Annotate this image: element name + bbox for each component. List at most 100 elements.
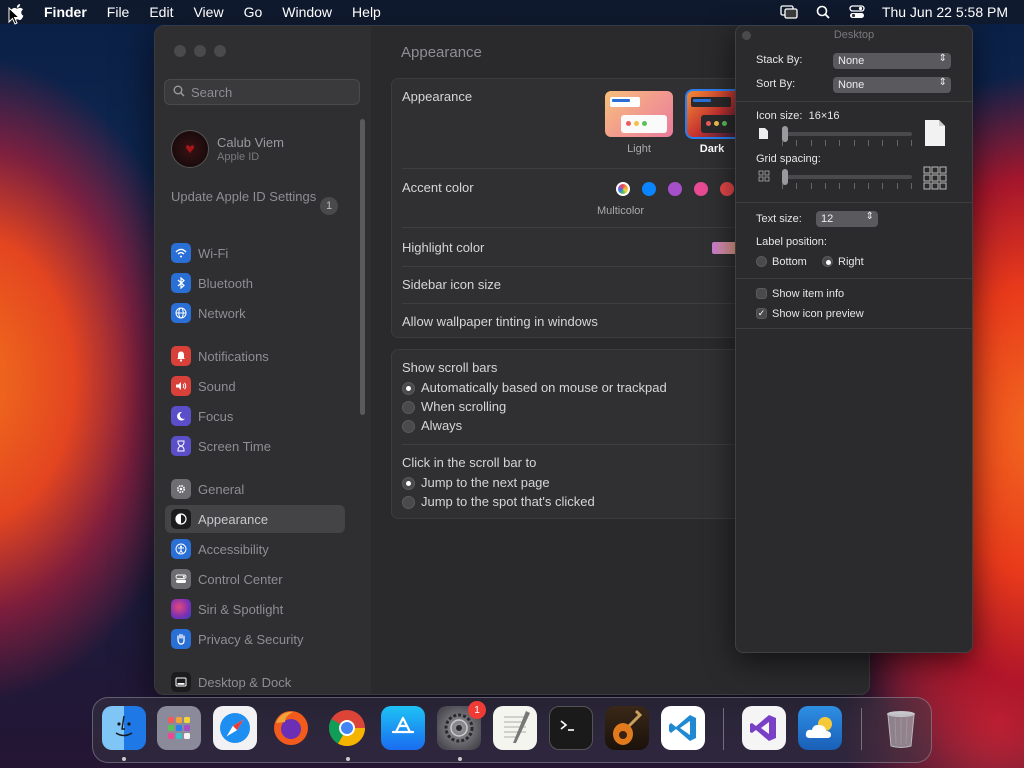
terminal-icon[interactable] (549, 706, 593, 750)
accent-blue-swatch[interactable] (642, 182, 656, 196)
show-icon-preview-checkbox[interactable]: ✓ (756, 308, 767, 319)
menu-edit[interactable]: Edit (139, 4, 183, 20)
sidebar-item-label: Siri & Spotlight (198, 601, 284, 617)
menu-window[interactable]: Window (272, 4, 342, 20)
scroll-auto-radio[interactable] (402, 382, 415, 395)
sort-by-popup[interactable]: None ⇕ (833, 77, 951, 93)
spotlight-search-icon[interactable] (806, 5, 840, 19)
update-apple-id-item[interactable]: Update Apple ID Settings (171, 189, 341, 205)
divider (736, 202, 972, 203)
popup-arrows-icon: ⇕ (865, 211, 874, 222)
siri-icon (171, 599, 191, 619)
sidebar-item-focus[interactable]: Focus (165, 402, 345, 430)
label-right-radio[interactable] (822, 256, 833, 267)
menu-finder[interactable]: Finder (34, 4, 97, 20)
bell-icon (171, 346, 191, 366)
menu-view[interactable]: View (183, 4, 233, 20)
light-option-label: Light (627, 143, 651, 155)
accent-purple-swatch[interactable] (668, 182, 682, 196)
show-item-info-checkbox[interactable] (756, 288, 767, 299)
sidebar-item-label: Appearance (198, 511, 269, 527)
icon-size-slider[interactable] (782, 126, 912, 142)
app-store-icon[interactable] (381, 706, 425, 750)
sidebar-item-privacy-security[interactable]: Privacy & Security (165, 625, 345, 653)
sort-by-label: Sort By: (756, 78, 796, 90)
running-indicator (458, 757, 462, 761)
label-right-option: Right (838, 256, 864, 268)
sidebar-item-sound[interactable]: Sound (165, 372, 345, 400)
visual-studio-icon[interactable] (742, 706, 786, 750)
globe-icon (171, 303, 191, 323)
menu-file[interactable]: File (97, 4, 140, 20)
dock (92, 697, 932, 763)
sidebar-item-accessibility[interactable]: Accessibility (165, 535, 345, 563)
trash-icon[interactable] (879, 706, 923, 750)
dock-separator (861, 708, 862, 750)
sidebar-scrollbar[interactable] (360, 119, 365, 415)
sidebar-item-label: Screen Time (198, 438, 271, 454)
appearance-dark-option[interactable] (685, 89, 737, 139)
appearance-light-option[interactable] (605, 91, 673, 137)
sidebar-item-appearance[interactable]: Appearance (165, 505, 345, 533)
jump-spot-radio[interactable] (402, 496, 415, 509)
sidebar-item-label: Accessibility (198, 541, 269, 557)
finder-icon[interactable] (102, 706, 146, 750)
stack-by-popup[interactable]: None ⇕ (833, 53, 951, 69)
textedit-icon[interactable] (493, 706, 537, 750)
control-center-icon[interactable] (840, 5, 874, 19)
grid-spacing-slider[interactable] (782, 169, 912, 185)
screen-mirroring-icon[interactable] (772, 5, 806, 19)
sidebar-item-general[interactable]: General (165, 475, 345, 503)
running-indicator (122, 757, 126, 761)
sidebar-item-label: Sound (198, 378, 236, 394)
popup-arrows-icon: ⇕ (938, 77, 947, 88)
menu-help[interactable]: Help (342, 4, 391, 20)
sidebar-item-network[interactable]: Network (165, 299, 345, 327)
sidebar-item-screen-time[interactable]: Screen Time (165, 432, 345, 460)
scroll-always-radio[interactable] (402, 420, 415, 433)
sidebar-item-siri-spotlight[interactable]: Siri & Spotlight (165, 595, 345, 623)
sidebar-item-bluetooth[interactable]: Bluetooth (165, 269, 345, 297)
control-center-icon (171, 569, 191, 589)
scroll-always-label: Always (421, 418, 463, 433)
label-position-label: Label position: (756, 236, 827, 248)
menu-bar-clock[interactable]: Thu Jun 22 5:58 PM (874, 4, 1008, 20)
garageband-icon[interactable] (605, 706, 649, 750)
window-controls (174, 45, 226, 57)
close-window-button[interactable] (174, 45, 186, 57)
sidebar-item-wifi[interactable]: Wi-Fi (165, 239, 345, 267)
sidebar-item-label: Desktop & Dock (198, 674, 292, 690)
jump-next-page-radio[interactable] (402, 477, 415, 490)
weather-icon[interactable] (798, 706, 842, 750)
menu-go[interactable]: Go (234, 4, 273, 20)
launchpad-icon[interactable] (157, 706, 201, 750)
sidebar-search-field[interactable]: Search (164, 79, 360, 105)
scroll-when-scrolling-radio[interactable] (402, 401, 415, 414)
sidebar-item-control-center[interactable]: Control Center (165, 565, 345, 593)
sidebar-item-notifications[interactable]: Notifications (165, 342, 345, 370)
sidebar-item-label: Control Center (198, 571, 283, 587)
wallpaper-tinting-label: Allow wallpaper tinting in windows (402, 314, 598, 329)
safari-icon[interactable] (213, 706, 257, 750)
zoom-window-button[interactable] (214, 45, 226, 57)
apple-id-profile[interactable]: Calub Viem Apple ID (171, 130, 284, 168)
accent-pink-swatch[interactable] (694, 182, 708, 196)
text-size-popup[interactable]: 12 ⇕ (816, 211, 878, 227)
moon-icon (171, 406, 191, 426)
vscode-icon[interactable] (661, 706, 705, 750)
chrome-icon[interactable] (325, 706, 369, 750)
sidebar-item-label: Focus (198, 408, 234, 424)
label-bottom-radio[interactable] (756, 256, 767, 267)
sidebar-item-desktop-dock[interactable]: Desktop & Dock (165, 668, 345, 694)
show-scroll-bars-label: Show scroll bars (402, 360, 498, 375)
accent-multicolor-swatch[interactable] (616, 182, 630, 196)
jump-spot-label: Jump to the spot that's clicked (421, 494, 595, 509)
firefox-icon[interactable] (269, 706, 313, 750)
profile-subtitle: Apple ID (217, 151, 260, 163)
minimize-window-button[interactable] (194, 45, 206, 57)
accent-red-swatch[interactable] (720, 182, 734, 196)
sidebar-item-label: Wi-Fi (198, 245, 229, 261)
sidebar-item-label: Network (198, 305, 246, 321)
scroll-when-scrolling-label: When scrolling (421, 399, 507, 414)
search-icon (173, 85, 185, 100)
